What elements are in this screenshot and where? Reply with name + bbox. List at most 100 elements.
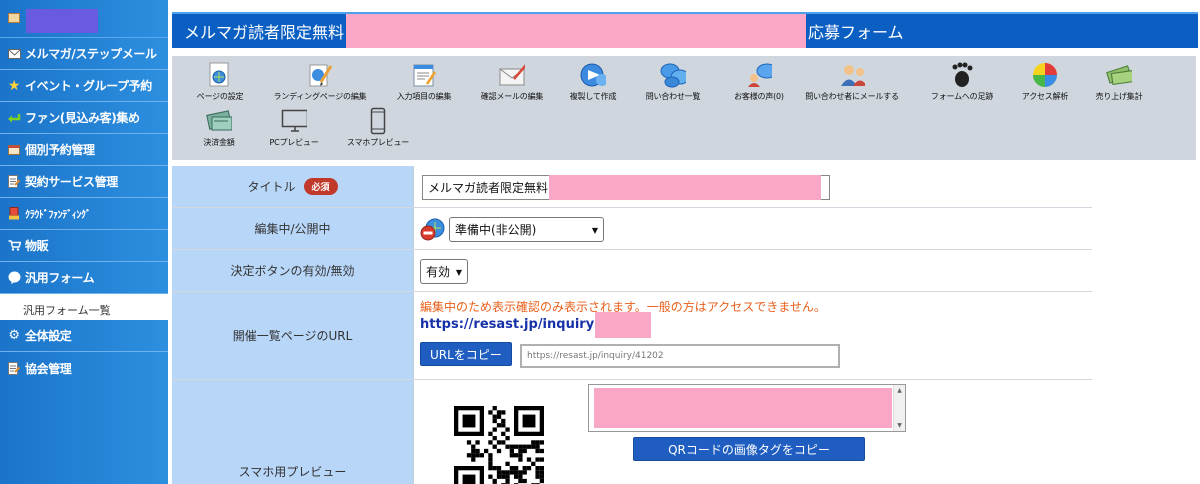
preview-value-cell: ▲ ▼ QRコードの画像タグをコピー <box>414 380 1092 484</box>
preview-label-cell: スマホ用プレビュー <box>172 380 414 484</box>
button-enable-value-cell: 有効 ▼ <box>414 250 1092 291</box>
sidebar-item-label: メルマガ/ステップメール <box>25 47 157 61</box>
tool-page-settings[interactable]: ページの設定 <box>165 62 275 102</box>
qr-tag-textarea[interactable]: ▲ ▼ <box>588 384 906 432</box>
title-input[interactable]: メルマガ読者限定無料 <box>422 175 830 200</box>
sidebar-item-crowdfunding[interactable]: ｸﾗｳﾄﾞﾌｧﾝﾃﾞｨﾝｸﾞ <box>0 198 168 230</box>
tool-smartphone-preview[interactable]: スマホプレビュー <box>323 107 433 148</box>
tool-label: 入力項目の編集 <box>396 92 452 101</box>
form-table: タイトル 必須 メルマガ読者限定無料 編集中/公開中 準備中(非公開) ▼ 決定… <box>172 166 1092 484</box>
sidebar-item-label: ｸﾗｳﾄﾞﾌｧﾝﾃﾞｨﾝｸﾞ <box>25 210 91 221</box>
textarea-scrollbar[interactable]: ▲ ▼ <box>893 385 905 431</box>
sales-summary-icon <box>1106 62 1132 88</box>
status-label: 編集中/公開中 <box>254 222 331 236</box>
account-name-redacted <box>26 9 98 33</box>
sidebar-item-sales[interactable]: 物販 <box>0 230 168 262</box>
tool-landing-page-edit[interactable]: ランディングページの編集 <box>265 62 375 102</box>
tool-label: 問い合わせ者にメールする <box>805 92 899 101</box>
copy-qr-tag-button[interactable]: QRコードの画像タグをコピー <box>633 437 865 461</box>
row-button-enable: 決定ボタンの有効/無効 有効 ▼ <box>172 250 1092 292</box>
sidebar-item-label: 個別予約管理 <box>25 143 95 157</box>
customer-voice-icon <box>746 62 772 88</box>
sidebar-item-reservation[interactable]: 個別予約管理 <box>0 134 168 166</box>
page-title-bar: メルマガ読者限定無料 応募フォーム <box>172 12 1198 48</box>
access-analysis-icon <box>1032 62 1058 88</box>
button-enable-label-cell: 決定ボタンの有効/無効 <box>172 250 414 291</box>
url-field[interactable]: https://resast.jp/inquiry/41202 <box>520 344 840 368</box>
tool-label: アクセス解析 <box>1021 92 1069 101</box>
title-value-cell: メルマガ読者限定無料 <box>414 166 1092 207</box>
button-enable-select-value: 有効 <box>426 265 451 279</box>
sidebar-item-label: ファン(見込み客)集め <box>25 111 140 125</box>
tool-label: 複製して作成 <box>569 92 617 101</box>
preview-label: スマホ用プレビュー <box>238 465 347 479</box>
landing-page-edit-icon <box>307 62 333 88</box>
tool-label: 確認メールの編集 <box>480 92 544 101</box>
url-label: 開催一覧ページのURL <box>232 329 353 343</box>
smartphone-preview-icon <box>365 107 391 135</box>
url-value-cell: 編集中のため表示確認のみ表示されます。一般の方はアクセスできません。 https… <box>414 292 1092 379</box>
title-input-redacted <box>549 175 822 200</box>
copy-url-button[interactable]: URLをコピー <box>420 342 512 366</box>
status-select[interactable]: 準備中(非公開) ▼ <box>449 217 604 242</box>
chevron-down-icon: ▼ <box>591 226 598 235</box>
button-enable-label: 決定ボタンの有効/無効 <box>230 264 355 278</box>
scroll-down-icon: ▼ <box>897 422 902 429</box>
tool-label: ランディングページの編集 <box>273 92 367 101</box>
sidebar-item-general-form[interactable]: 汎用フォーム <box>0 262 168 294</box>
tool-label: 売り上げ集計 <box>1095 92 1143 101</box>
tool-label: PCプレビュー <box>269 138 319 147</box>
title-redacted <box>346 14 807 48</box>
sidebar-item-label: 協会管理 <box>25 361 72 376</box>
qr-code-image <box>454 406 544 484</box>
logo-icon <box>8 13 20 23</box>
required-badge: 必須 <box>303 178 338 195</box>
button-enable-select[interactable]: 有効 ▼ <box>420 259 468 284</box>
toolbar: ページの設定 ランディングページの編集 入力項目の編集 確認メールの編集 複製し… <box>172 56 1196 160</box>
star-icon: ★ <box>7 77 21 94</box>
url-link[interactable]: https://resast.jp/inquiry <box>420 317 594 332</box>
url-redacted <box>595 312 651 338</box>
tool-mail-to-inquirer[interactable]: 問い合わせ者にメールする <box>797 62 907 102</box>
page-title-prefix: メルマガ読者限定無料 <box>184 23 345 42</box>
page-settings-icon <box>207 62 233 88</box>
row-title: タイトル 必須 メルマガ読者限定無料 <box>172 166 1092 208</box>
document-icon <box>7 361 21 375</box>
gear-icon: ⚙ <box>8 328 20 343</box>
arrow-icon <box>7 111 21 125</box>
inquiry-list-icon <box>660 62 686 88</box>
cart-icon <box>7 239 21 253</box>
chevron-down-icon: ▼ <box>455 268 462 277</box>
url-field-text: https://resast.jp/inquiry/41202 <box>527 351 664 361</box>
sidebar-subitem-label: 汎用フォーム一覧 <box>23 304 111 317</box>
sidebar-item-label: 物販 <box>25 239 49 253</box>
sidebar-item-contract[interactable]: 契約サービス管理 <box>0 166 168 198</box>
mail-icon <box>7 47 21 61</box>
sidebar-item-settings[interactable]: ⚙ 全体設定 <box>0 320 168 352</box>
sidebar: メルマガ/ステップメール ★ イベント・グループ予約 ファン(見込み客)集め 個… <box>0 0 168 484</box>
sidebar-item-fan[interactable]: ファン(見込み客)集め <box>0 102 168 134</box>
sidebar-item-mail[interactable]: メルマガ/ステップメール <box>0 38 168 70</box>
footprint-icon <box>949 62 975 88</box>
tool-label: スマホプレビュー <box>346 138 410 147</box>
unpublished-icon <box>420 217 446 245</box>
status-select-value: 準備中(非公開) <box>455 223 537 237</box>
calendar-icon <box>7 143 21 157</box>
confirm-mail-edit-icon <box>499 62 525 88</box>
sidebar-subitem-general-form-list[interactable]: 汎用フォーム一覧 <box>0 294 168 320</box>
duplicate-icon <box>580 62 606 88</box>
sidebar-item-association[interactable]: 協会管理 <box>0 352 168 384</box>
row-status: 編集中/公開中 準備中(非公開) ▼ <box>172 208 1092 250</box>
sidebar-item-label: 全体設定 <box>25 329 72 343</box>
sidebar-item-label: イベント・グループ予約 <box>25 79 152 93</box>
sidebar-item-label: 契約サービス管理 <box>25 175 118 189</box>
tool-label: 決済金額 <box>203 138 235 147</box>
payment-amount-icon <box>206 108 232 134</box>
input-items-edit-icon <box>411 62 437 88</box>
sidebar-item-event[interactable]: ★ イベント・グループ予約 <box>0 70 168 102</box>
tool-sales-summary[interactable]: 売り上げ集計 <box>1064 62 1174 102</box>
tool-label: お客様の声(0) <box>734 92 784 101</box>
title-input-text: メルマガ読者限定無料 <box>428 181 549 195</box>
row-preview: スマホ用プレビュー ▲ ▼ QRコードの画像タグをコピー <box>172 380 1092 484</box>
tool-label: 問い合わせ一覧 <box>645 92 701 101</box>
